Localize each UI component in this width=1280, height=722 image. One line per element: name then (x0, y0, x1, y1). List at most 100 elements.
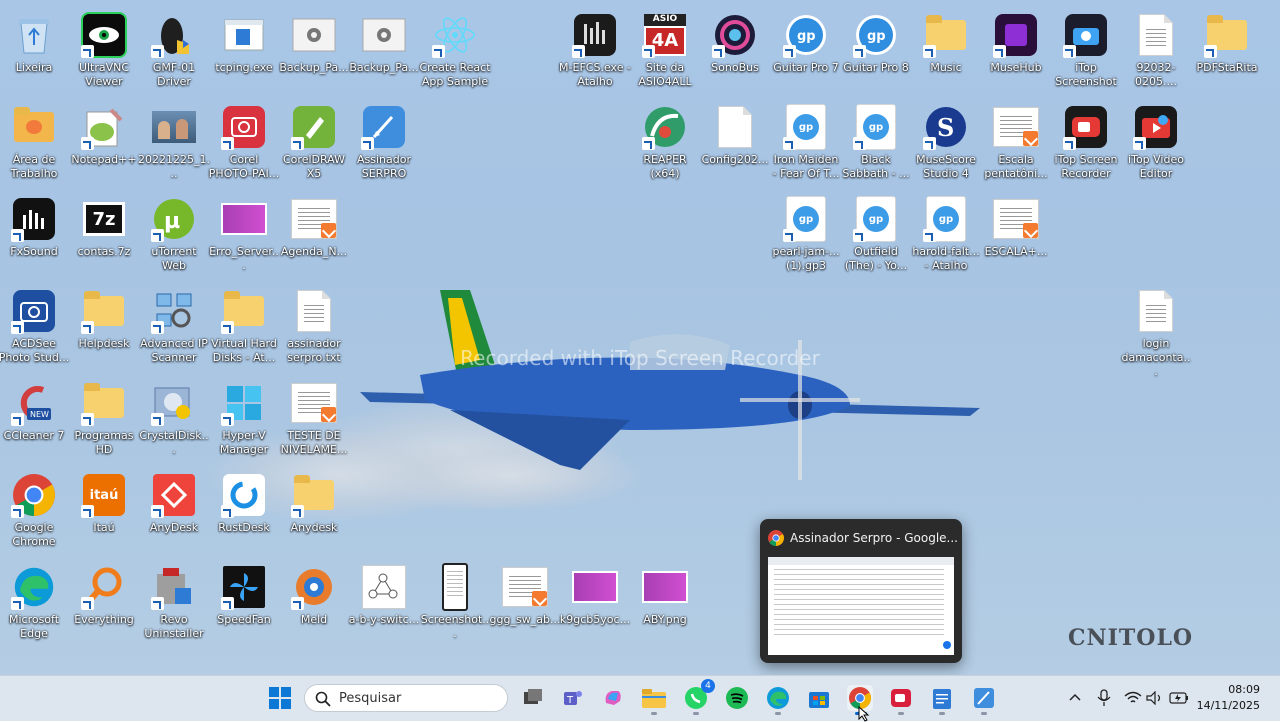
svg-text:gp: gp (867, 29, 886, 44)
desktop-icon[interactable]: 20221225_1... (138, 98, 210, 186)
desktop-icon[interactable]: Anydesk (278, 466, 350, 554)
desktop-icon[interactable]: assinador serpro.txt (278, 282, 350, 370)
desktop-icon[interactable]: Escala pentatôni... (980, 98, 1052, 186)
desktop-icon[interactable]: Backup_Pa... (278, 6, 350, 94)
desktop-icon-label: k9gcb5yoc... (559, 613, 631, 626)
copilot-button[interactable] (600, 685, 626, 711)
desktop-icon[interactable]: Agenda_N... (278, 190, 350, 278)
desktop-icon[interactable]: iTop Video Editor (1120, 98, 1192, 186)
text-file-icon (1133, 12, 1179, 58)
desktop-icon[interactable]: Lixeira (0, 6, 70, 94)
desktop-icon[interactable]: GMF-01 Driver (138, 6, 210, 94)
chrome-icon (768, 530, 784, 546)
desktop-icon[interactable]: FxSound (0, 190, 70, 278)
desktop-icon[interactable]: gp Iron Maiden - Fear Of T... (770, 98, 842, 186)
desktop-icon[interactable]: iTop Screen Recorder (1050, 98, 1122, 186)
desktop-icon[interactable]: tcping.exe (208, 6, 280, 94)
chrome-taskbar-preview[interactable]: Assinador Serpro - Google... (760, 519, 962, 663)
desktop-icon[interactable]: REAPER (x64) (629, 98, 701, 186)
desktop-icon[interactable]: Virtual Hard Disks - At... (208, 282, 280, 370)
battery-button[interactable] (1166, 685, 1192, 711)
desktop-icon[interactable]: gp Black Sabbath - ... (840, 98, 912, 186)
desktop-icon-label: Programas HD (74, 429, 134, 456)
file-explorer-button[interactable] (641, 685, 667, 711)
store-button[interactable] (806, 685, 832, 711)
desktop-icon[interactable]: AnyDesk (138, 466, 210, 554)
desktop-icon-label: SpeedFan (217, 613, 271, 626)
desktop-icon[interactable]: Notepad++ (68, 98, 140, 186)
desktop-icon[interactable]: 7z contas.7z (68, 190, 140, 278)
search-box[interactable]: Pesquisar (304, 684, 508, 712)
desktop-icon[interactable]: Hyper-V Manager (208, 374, 280, 462)
desktop-icon[interactable]: S MuseScore Studio 4 (910, 98, 982, 186)
desktop-icon[interactable]: M-EFCS.exe - Atalho (559, 6, 631, 94)
whatsapp-button[interactable]: 4 (683, 679, 715, 711)
desktop-icon[interactable]: Assinador SERPRO (348, 98, 420, 186)
desktop-icon[interactable]: Microsoft Edge (0, 558, 70, 646)
shortcut-arrow-icon (11, 505, 24, 518)
desktop-icon[interactable]: UltraVNC Viewer (68, 6, 140, 94)
desktop-icon[interactable]: Everything (68, 558, 140, 646)
tray-overflow-button[interactable] (1062, 685, 1088, 711)
desktop-icon[interactable]: TESTE DE NIVELAME... (278, 374, 350, 462)
itop-video-editor-icon (1133, 104, 1179, 150)
desktop-icon[interactable]: NEW CCleaner 7 (0, 374, 70, 462)
everything-icon (81, 564, 127, 610)
desktop-icon[interactable]: Backup_Pa... (348, 6, 420, 94)
desktop-icon[interactable]: PDFStaRita (1191, 6, 1263, 94)
desktop-icon[interactable]: Revo Uninstaller (138, 558, 210, 646)
desktop-icon[interactable]: 92032-0205.... (1120, 6, 1192, 94)
desktop-icon[interactable]: ESCALA+... (980, 190, 1052, 278)
desktop-icon[interactable]: gp Guitar Pro 7 (770, 6, 842, 94)
desktop-icon[interactable]: SonoBus (699, 6, 771, 94)
itop-recorder-taskbar-button[interactable] (888, 685, 914, 711)
desktop-icon[interactable]: MuseHub (980, 6, 1052, 94)
spotify-button[interactable] (724, 685, 750, 711)
desktop-icon[interactable]: SpeedFan (208, 558, 280, 646)
desktop-icon[interactable]: Advanced IP Scanner (138, 282, 210, 370)
desktop-icon[interactable]: iTop Screenshot (1050, 6, 1122, 94)
desktop-icon[interactable]: Create React App Sample (419, 6, 491, 94)
desktop-icon[interactable]: RustDesk (208, 466, 280, 554)
desktop-icon[interactable]: Screenshot... (419, 558, 491, 646)
desktop-icon[interactable]: k9gcb5yoc... (559, 558, 631, 646)
desktop-icon-label: UltraVNC Viewer (78, 61, 130, 88)
teams-button[interactable]: T (560, 685, 586, 711)
task-view-button[interactable] (520, 685, 546, 711)
desktop-icon[interactable]: Meld (278, 558, 350, 646)
desktop-icon[interactable]: Programas HD (68, 374, 140, 462)
desktop-icon[interactable]: ASIO 4A Site da ASIO4ALL (629, 6, 701, 94)
clock-date[interactable]: 14/11/2025 (1197, 699, 1260, 712)
desktop-icon[interactable]: Config202... (699, 98, 771, 186)
desktop-icon[interactable]: gp Outfield (The) - Yo... (840, 190, 912, 278)
desktop-icon[interactable]: Corel PHOTO-PAI... (208, 98, 280, 186)
desktop-icon[interactable]: ACDSee Photo Stud... (0, 282, 70, 370)
desktop-icon[interactable]: gp pearl-jam-... (1).gp3 (770, 190, 842, 278)
desktop-icon[interactable]: Área de Trabalho (0, 98, 70, 186)
notepad-taskbar-button[interactable] (929, 685, 955, 711)
desktop-icon[interactable]: CrystalDisk... (138, 374, 210, 462)
desktop-icon[interactable]: itaú Itaú (68, 466, 140, 554)
desktop-icon[interactable]: ABY.png (629, 558, 701, 646)
desktop-icon[interactable]: a-b-y-switc... (348, 558, 420, 646)
microphone-button[interactable] (1091, 685, 1117, 711)
shortcut-arrow-icon (432, 45, 445, 58)
shortcut-arrow-icon (221, 597, 234, 610)
brand-watermark: CNITOLO (1068, 625, 1194, 651)
preview-thumbnail[interactable] (768, 557, 954, 655)
desktop-icon[interactable]: Erro_Server... (208, 190, 280, 278)
desktop-icon[interactable]: login damaconta... (1120, 282, 1192, 378)
desktop-icon[interactable]: CorelDRAW X5 (278, 98, 350, 186)
desktop-icon[interactable]: ggg_sw_ab... (489, 558, 561, 646)
desktop-icon[interactable]: Google Chrome (0, 466, 70, 554)
start-button[interactable] (267, 685, 293, 711)
edge-button[interactable] (765, 685, 791, 711)
desktop-icon[interactable]: gp Guitar Pro 8 (840, 6, 912, 94)
desktop-icon[interactable]: µ uTorrent Web (138, 190, 210, 278)
desktop-icon[interactable]: gp harold-falt... - Atalho (910, 190, 982, 278)
clock-time[interactable]: 08:09 (1228, 683, 1260, 696)
desktop-icon[interactable]: Helpdesk (68, 282, 140, 370)
assinador-taskbar-button[interactable] (971, 685, 997, 711)
volume-button[interactable] (1142, 685, 1168, 711)
desktop-icon[interactable]: Music (910, 6, 982, 94)
